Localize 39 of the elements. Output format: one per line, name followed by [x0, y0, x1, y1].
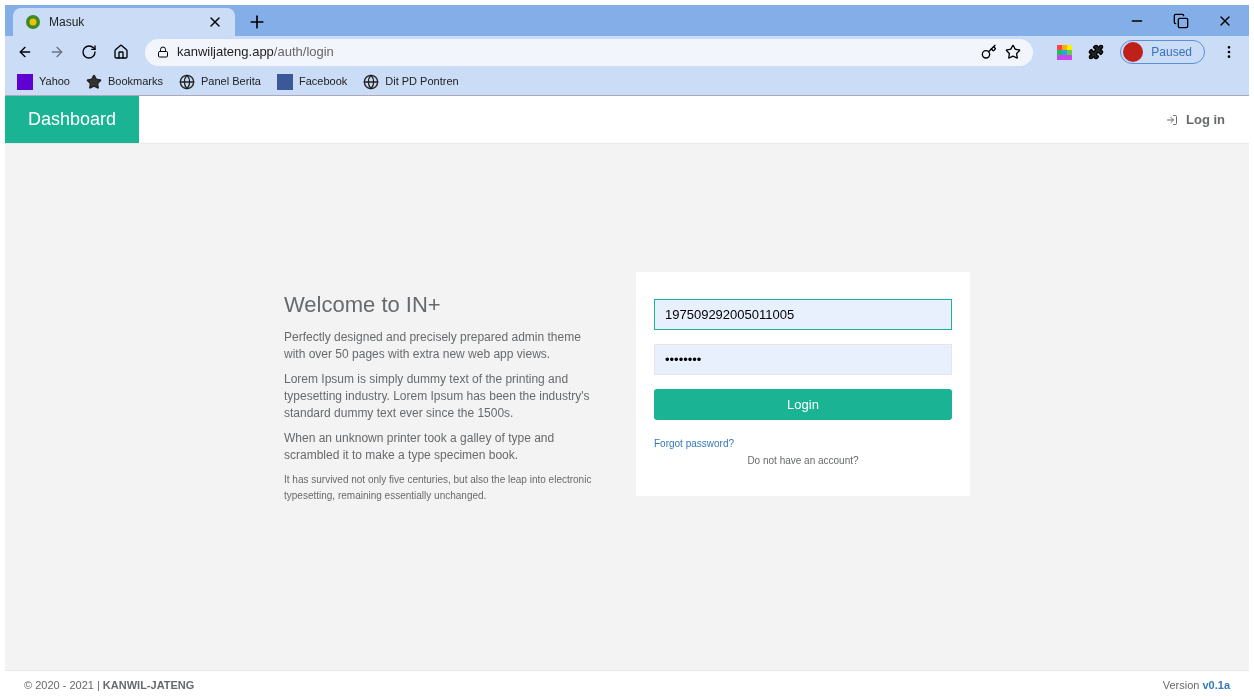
address-bar[interactable]: kanwiljateng.app/auth/login — [145, 38, 1034, 66]
url-text: kanwiljateng.app/auth/login — [177, 43, 335, 62]
home-icon[interactable] — [113, 44, 129, 60]
extensions-icon[interactable] — [1088, 44, 1105, 60]
key-icon[interactable] — [981, 44, 998, 60]
avatar-icon — [1123, 42, 1144, 62]
welcome-paragraph: When an unknown printer took a galley of type and scrambled it to make a type specimen book. — [284, 430, 556, 464]
welcome-paragraph: Lorem Ipsum is simply dummy text of the printing and typesetting industry. Lorem Ipsum has been the industry's standard dummy text ever since the 1500s. — [284, 371, 591, 422]
version-text: Version v0.1a — [1162, 678, 1230, 694]
bookmark-star-icon[interactable] — [1005, 44, 1022, 60]
welcome-paragraph: Perfectly designed and precisely prepared admin theme with over 50 pages with extra new web app views. — [284, 329, 582, 363]
forward-icon[interactable] — [49, 44, 65, 60]
password-field[interactable]: •••••••• — [654, 344, 952, 375]
welcome-note: It has survived not only five centuries, but also the leap into electronic typesetting, remaining essentially unchanged. — [284, 473, 593, 503]
site-logo-icon — [276, 73, 293, 90]
bookmark-item[interactable]: Dit PD Pontren — [363, 73, 459, 90]
reload-icon[interactable] — [81, 44, 97, 60]
site-logo-icon — [17, 73, 33, 90]
back-icon[interactable] — [17, 44, 33, 60]
login-link[interactable]: Log in — [1166, 109, 1225, 130]
bookmark-item[interactable]: Facebook — [276, 73, 348, 90]
tab-title: Masuk — [49, 14, 86, 31]
browser-tab[interactable]: Masuk — [13, 8, 235, 36]
forgot-password-link[interactable]: Forgot password? — [654, 436, 735, 451]
globe-icon — [363, 73, 380, 90]
welcome-title: Welcome to IN+ — [284, 291, 442, 319]
emblem-icon — [25, 14, 41, 30]
bookmark-item[interactable]: Panel Berita — [179, 73, 261, 90]
copyright-text: © 2020 - 2021 | KANWIL-JATENG — [24, 678, 195, 694]
bookmark-item[interactable]: Yahoo — [17, 73, 70, 90]
lock-icon — [157, 46, 169, 58]
no-account-text: Do not have an account? — [747, 454, 859, 468]
restore-icon[interactable] — [1173, 12, 1189, 29]
bookmark-item[interactable]: Bookmarks — [86, 73, 164, 90]
login-icon — [1166, 113, 1178, 126]
color-grid-icon[interactable] — [1057, 44, 1073, 60]
star-icon — [86, 73, 102, 90]
globe-icon — [179, 73, 196, 90]
username-field[interactable]: 197509292005011005 — [654, 299, 952, 330]
